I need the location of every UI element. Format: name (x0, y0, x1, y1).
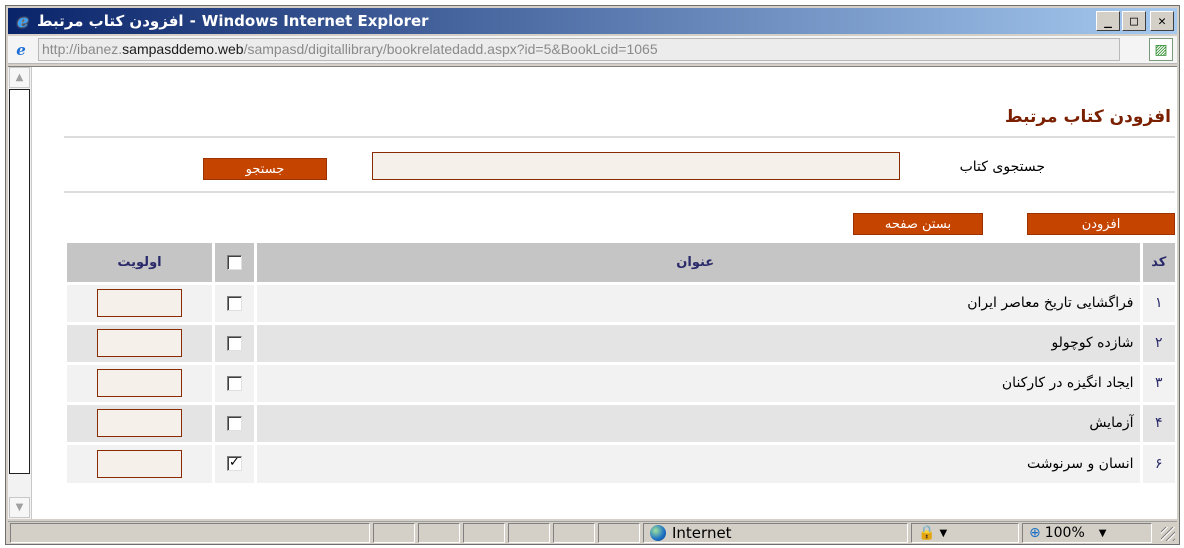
priority-input[interactable] (97, 289, 182, 317)
scroll-up-icon[interactable]: ▲ (9, 67, 30, 88)
status-cell (508, 523, 550, 543)
header-code[interactable]: کد (1139, 243, 1175, 283)
row-title: انسان و سرنوشت (254, 441, 1141, 483)
row-check-cell (212, 361, 256, 403)
zoom-control[interactable]: ⊕ 100% ▼ (1022, 523, 1152, 543)
row-priority-cell (64, 401, 214, 443)
row-priority-cell (64, 281, 214, 323)
add-button[interactable]: افزودن (1027, 213, 1175, 235)
table-row: ۴ آزمایش (64, 401, 1175, 443)
row-title: ایجاد انگیزه در کارکنان (254, 361, 1141, 403)
page-report-icon[interactable]: ▨ (1149, 38, 1173, 61)
status-cell (418, 523, 460, 543)
row-code: ۳ (1139, 361, 1175, 403)
header-select-all (212, 243, 256, 283)
zoom-dropdown-icon: ▼ (1098, 527, 1107, 539)
row-title: شازده کوچولو (254, 321, 1141, 363)
header-priority[interactable]: اولویت (64, 243, 214, 283)
window-title: افزودن کتاب مرتبط - Windows Internet Exp… (37, 12, 429, 30)
status-cell (373, 523, 415, 543)
address-input[interactable]: http://ibanez.sampasddemo.web/sampasd/di… (38, 38, 1120, 61)
table-row: ۳ ایجاد انگیزه در کارکنان (64, 361, 1175, 403)
row-priority-cell (64, 321, 214, 363)
zoom-icon: ⊕ (1029, 525, 1041, 541)
priority-input[interactable] (97, 449, 182, 478)
minimize-button[interactable]: _ (1096, 11, 1120, 31)
row-code: ۴ (1139, 401, 1175, 443)
row-check-cell (212, 321, 256, 363)
row-check-cell: ✓ (212, 441, 256, 483)
row-code: ۶ (1139, 441, 1175, 483)
priority-input[interactable] (97, 329, 182, 357)
url-prefix: http://ibanez. (42, 41, 123, 57)
divider (64, 136, 1175, 138)
row-code: ۱ (1139, 281, 1175, 323)
address-bar: e http://ibanez.sampasddemo.web/sampasd/… (8, 36, 1177, 64)
globe-icon (650, 525, 666, 541)
row-check-cell (212, 281, 256, 323)
page-title: افزودن کتاب مرتبط (1004, 107, 1171, 127)
row-priority-cell (64, 441, 214, 483)
header-title[interactable]: عنوان (254, 243, 1141, 283)
table-row: ۲ شازده کوچولو (64, 321, 1175, 363)
window-title-app: Windows Internet Explorer (201, 12, 429, 30)
close-page-button[interactable]: بستن صفحه (853, 213, 983, 235)
window-controls: _ □ ✕ (1096, 11, 1174, 31)
content-viewport: ▲ ▼ افزودن کتاب مرتبط جستجوی کتاب جستجو … (8, 66, 1177, 519)
security-zone[interactable]: Internet (643, 523, 908, 543)
row-checkbox[interactable] (227, 415, 242, 431)
security-icon: 🔒 (918, 525, 936, 541)
status-text-cell (10, 523, 370, 543)
row-title: فراگشایی تاریخ معاصر ایران (254, 281, 1141, 323)
protected-mode[interactable]: 🔒 ▼ (911, 523, 1019, 543)
maximize-button[interactable]: □ (1122, 11, 1146, 31)
row-checkbox[interactable] (227, 375, 242, 391)
url-host: sampasddemo.web (122, 41, 244, 57)
window-title-page: افزودن کتاب مرتبط (37, 12, 184, 30)
scroll-down-icon[interactable]: ▼ (9, 497, 30, 518)
status-cell (463, 523, 505, 543)
search-input[interactable] (372, 152, 900, 180)
ie-window: e افزودن کتاب مرتبط - Windows Internet E… (0, 0, 1184, 548)
divider (64, 191, 1175, 193)
status-bar: Internet 🔒 ▼ ⊕ 100% ▼ (8, 521, 1177, 543)
vertical-scrollbar[interactable]: ▲ ▼ (8, 67, 32, 519)
search-label: جستجوی کتاب (959, 159, 1045, 175)
table-header-row: کد عنوان اولویت (64, 243, 1175, 283)
title-bar[interactable]: e افزودن کتاب مرتبط - Windows Internet E… (8, 8, 1177, 34)
row-checkbox[interactable] (227, 335, 242, 351)
page-icon: e (16, 41, 26, 59)
url-path: /sampasd/digitallibrary/bookrelatedadd.a… (243, 41, 658, 57)
table-row: ۱ فراگشایی تاریخ معاصر ایران (64, 281, 1175, 323)
scroll-thumb[interactable] (9, 89, 30, 474)
row-checkbox[interactable]: ✓ (227, 456, 242, 472)
window-frame: e افزودن کتاب مرتبط - Windows Internet E… (5, 5, 1180, 545)
window-title-separator: - (189, 12, 196, 30)
search-button[interactable]: جستجو (203, 158, 327, 180)
row-title: آزمایش (254, 401, 1141, 443)
zoom-level: 100% (1044, 525, 1085, 541)
select-all-checkbox[interactable] (227, 254, 242, 270)
dropdown-icon: ▼ (939, 527, 948, 539)
table-row: ۶ انسان و سرنوشت ✓ (64, 441, 1175, 483)
row-priority-cell (64, 361, 214, 403)
close-button[interactable]: ✕ (1150, 11, 1174, 31)
row-code: ۲ (1139, 321, 1175, 363)
priority-input[interactable] (97, 409, 182, 437)
row-check-cell (212, 401, 256, 443)
priority-input[interactable] (97, 369, 182, 397)
status-cell (598, 523, 640, 543)
ie-logo-icon: e (17, 10, 29, 32)
zone-label: Internet (672, 524, 732, 542)
row-checkbox[interactable] (227, 295, 242, 311)
books-table: کد عنوان اولویت ۱ فراگشایی تاریخ معاصر ا… (64, 243, 1175, 483)
resize-grip-icon[interactable] (1161, 527, 1175, 541)
page-content: افزودن کتاب مرتبط جستجوی کتاب جستجو افزو… (36, 67, 1175, 519)
status-cell (553, 523, 595, 543)
